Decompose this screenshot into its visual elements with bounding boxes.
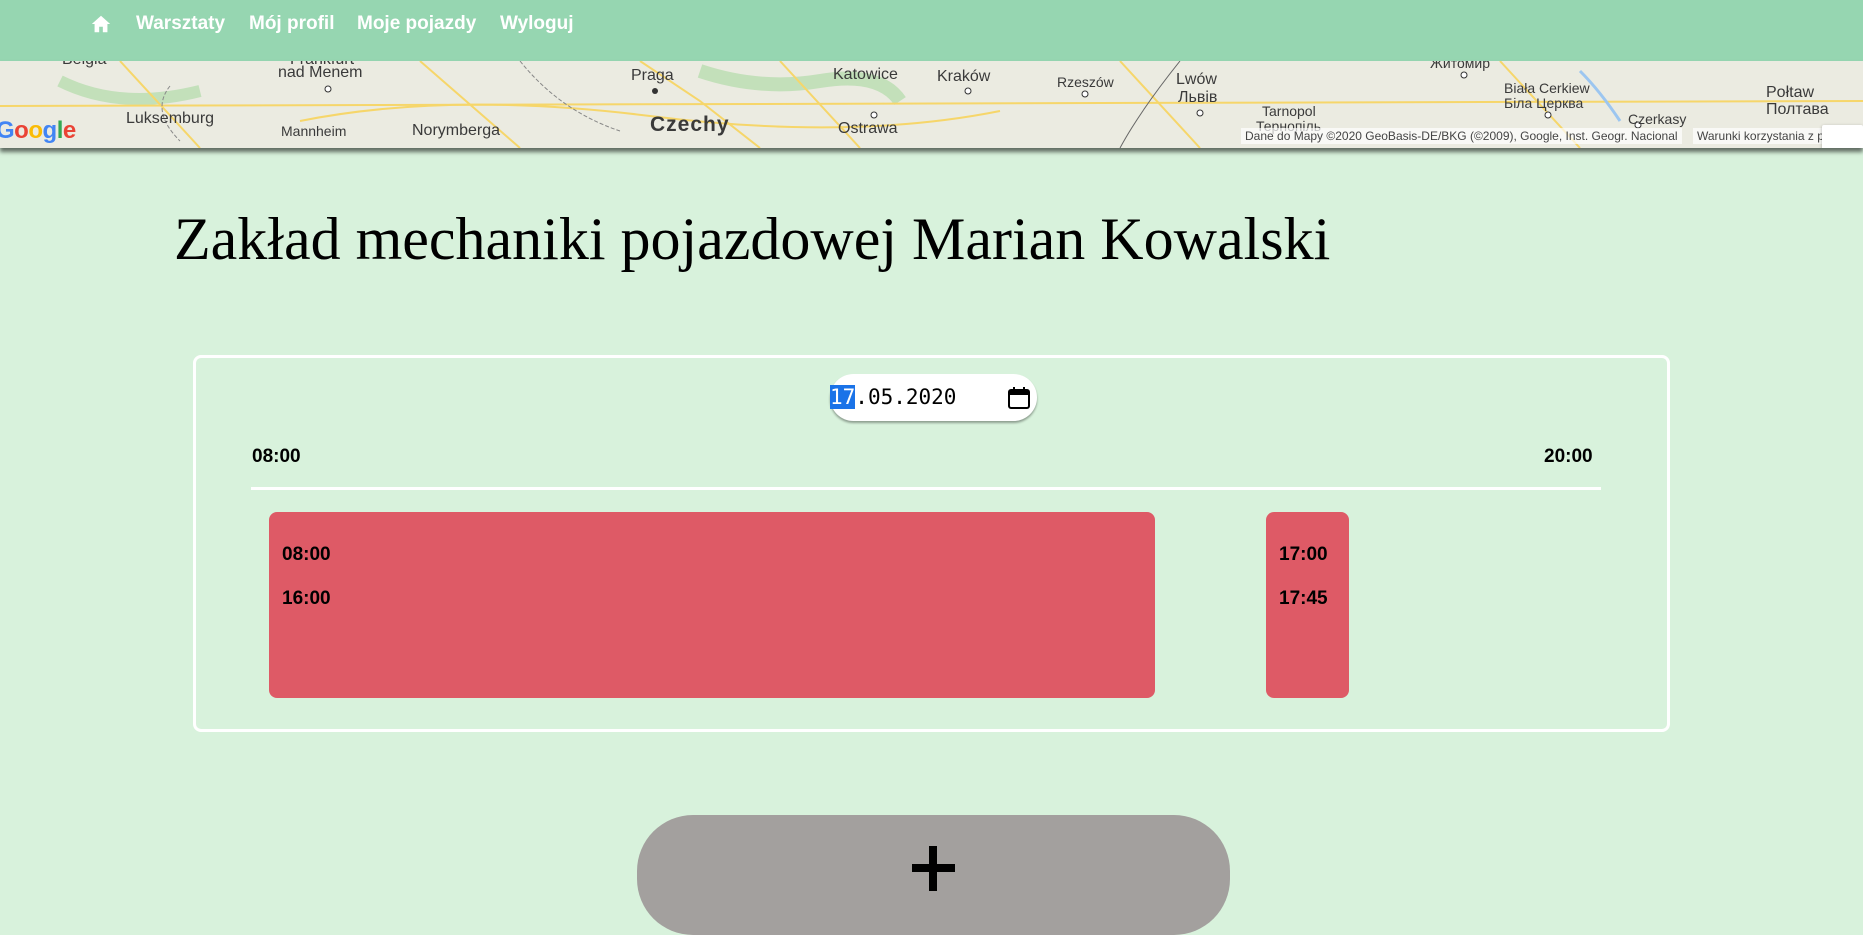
map-label-luksemburg: Luksemburg xyxy=(126,110,215,127)
slot-start-time: 08:00 xyxy=(282,544,331,565)
map-view[interactable]: Belgia Frankfurt nad Menem Luksemburg Ma… xyxy=(0,61,1863,148)
map-label-czechy: Czechy xyxy=(650,113,730,136)
map-label-zhytomyr: Житомир xyxy=(1430,61,1491,71)
nav-link-logout[interactable]: Wyloguj xyxy=(500,13,574,35)
map-label-krakow: Kraków xyxy=(937,68,991,85)
timeline-start-label: 08:00 xyxy=(252,446,301,467)
map-label-czerkasy: Czerkasy xyxy=(1628,111,1687,127)
map-zoom-out-button[interactable] xyxy=(1822,125,1863,148)
google-logo[interactable]: Google xyxy=(0,117,76,145)
map-attribution: Dane do Mapy ©2020 GeoBasis-DE/BKG (©200… xyxy=(1241,128,1682,144)
map-label-norymberga: Norymberga xyxy=(412,122,501,139)
slot-end-time: 16:00 xyxy=(282,588,331,609)
calendar-icon[interactable] xyxy=(1007,386,1031,410)
map-label-rzeszow: Rzeszów xyxy=(1057,74,1114,90)
map-label-poltava: Полтава xyxy=(1766,101,1829,118)
date-value: 17.05.2020 xyxy=(830,385,956,409)
slot-start-time: 17:00 xyxy=(1279,544,1328,565)
map-label-praga: Praga xyxy=(631,67,674,84)
top-navbar: Warsztaty Mój profil Moje pojazdy Wylogu… xyxy=(0,0,1863,61)
booked-slot[interactable]: 17:00 17:45 xyxy=(1266,512,1349,698)
date-day-selected: 17 xyxy=(830,385,856,409)
map-label-belgia: Belgia xyxy=(62,61,106,69)
timeline-end-label: 20:00 xyxy=(1544,446,1593,467)
map-label-tarnopol: Tarnopol xyxy=(1262,103,1316,119)
date-month-year: .05.2020 xyxy=(855,385,957,409)
home-icon[interactable] xyxy=(90,13,112,35)
add-booking-button[interactable] xyxy=(637,815,1230,935)
nav-link-my-vehicles[interactable]: Moje pojazdy xyxy=(357,13,476,35)
map-label-biala-cerkiew: Biała Cerkiew xyxy=(1504,80,1590,96)
booked-slot[interactable]: 08:00 16:00 xyxy=(269,512,1155,698)
map-label-bila-tserkva: Біла Церква xyxy=(1504,95,1584,111)
timeline-divider xyxy=(251,487,1601,490)
map-label-lwow: Lwów xyxy=(1176,71,1217,88)
date-input[interactable]: 17.05.2020 xyxy=(830,374,1037,421)
map-label-poltawa: Połtaw xyxy=(1766,84,1815,101)
page-title: Zakład mechaniki pojazdowej Marian Kowal… xyxy=(174,206,1331,272)
map-label-mannheim: Mannheim xyxy=(281,123,347,139)
slot-end-time: 17:45 xyxy=(1279,588,1328,609)
map-label-lviv: Львів xyxy=(1178,89,1218,106)
map-label-katowice: Katowice xyxy=(833,66,898,83)
map-label-ostrawa: Ostrawa xyxy=(838,120,898,137)
nav-link-my-profile[interactable]: Mój profil xyxy=(249,13,334,35)
map-label-nad-menem: nad Menem xyxy=(278,64,363,81)
nav-link-warsztaty[interactable]: Warsztaty xyxy=(136,13,225,35)
